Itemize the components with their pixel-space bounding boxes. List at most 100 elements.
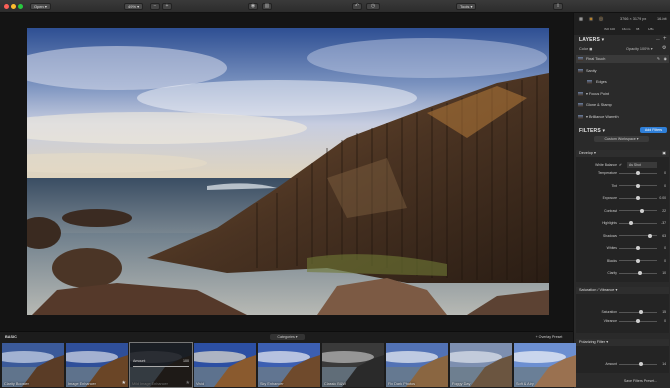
preset-card[interactable]: Foggy Day — [450, 343, 512, 387]
layer-color[interactable]: Color ◼ — [579, 46, 592, 51]
eye-preview-icon[interactable]: ◉ — [248, 3, 258, 10]
slider-row[interactable]: Shadows 63 — [576, 233, 669, 239]
slider-value[interactable]: 0 — [664, 258, 666, 264]
preset-card[interactable]: Sky Enhancer — [258, 343, 320, 387]
slider-knob[interactable] — [638, 310, 643, 314]
slider-knob[interactable] — [637, 271, 642, 275]
compare-icon[interactable]: ▥ — [262, 3, 272, 10]
preset-card[interactable]: Fix Dark Photos — [386, 343, 448, 387]
minimize-window-button[interactable] — [11, 4, 16, 9]
zoom-dropdown[interactable]: 49% ▾ — [124, 3, 144, 10]
slider-knob[interactable] — [638, 362, 643, 366]
remove-layer-icon[interactable]: — — [656, 37, 660, 41]
slider-value[interactable]: -37 — [661, 220, 666, 226]
save-filters-preset-button[interactable]: Save Filters Preset... — [614, 378, 667, 384]
layer-item[interactable]: Sanity — [576, 67, 669, 75]
close-window-button[interactable] — [4, 4, 9, 9]
filters-title[interactable]: FILTERS ▾ — [579, 128, 605, 134]
slider-knob[interactable] — [636, 183, 640, 188]
layer-item[interactable]: ▾ Focus Point — [576, 90, 669, 98]
slider-row[interactable]: Temperature 0 — [576, 170, 669, 176]
presets-icon[interactable]: ◈ — [588, 16, 594, 22]
slider-row[interactable]: Exposure 0.00 — [576, 195, 669, 201]
slider-knob[interactable] — [628, 221, 633, 225]
amount-slider[interactable] — [133, 366, 189, 367]
slider-row[interactable]: Highlights -37 — [576, 220, 669, 226]
layer-opacity[interactable]: Opacity 100% ▾ — [626, 46, 653, 51]
preset-card[interactable]: Classic B&W — [322, 343, 384, 387]
amount-value[interactable]: 100 — [183, 359, 189, 363]
export-icon[interactable]: ⇪ — [553, 3, 563, 10]
open-button[interactable]: Open ▾ — [30, 3, 51, 10]
slider-knob[interactable] — [636, 196, 640, 200]
gear-icon[interactable]: ⚙ — [662, 45, 666, 51]
preset-name: Fix Dark Photos — [388, 382, 416, 386]
slider-row[interactable]: Whites 0 — [576, 245, 669, 251]
favorite-star-icon[interactable]: ★ — [122, 380, 126, 386]
preset-card[interactable]: Soft & Airy — [514, 343, 576, 387]
image-canvas[interactable] — [0, 13, 573, 331]
slider-knob[interactable] — [636, 171, 640, 175]
white-balance-row[interactable]: White Balance ✐ As Shot — [576, 162, 669, 168]
preset-card[interactable]: Image Enhancer ★ — [66, 343, 128, 387]
slider-row[interactable]: Contrast 22 — [576, 208, 669, 214]
slider-row[interactable]: Vibrance 0 — [576, 318, 669, 324]
maximize-window-button[interactable] — [18, 4, 23, 9]
slider-knob[interactable] — [640, 208, 645, 213]
info-icon[interactable]: ⓘ — [598, 16, 604, 22]
preset-thumbnail — [258, 343, 320, 387]
slider-value[interactable]: 22 — [662, 208, 666, 214]
slider-value[interactable]: 14 — [662, 361, 666, 367]
workspace-dropdown[interactable]: Custom Workspace ▾ — [594, 136, 649, 142]
slider-track[interactable] — [619, 222, 657, 224]
preset-card[interactable]: Clarity Booster — [2, 343, 64, 387]
slider-value[interactable]: 63 — [662, 233, 666, 239]
preset-thumbnail — [194, 343, 256, 387]
slider-value[interactable]: 0 — [664, 318, 666, 324]
slider-value[interactable]: 0 — [664, 170, 666, 176]
slider-knob[interactable] — [647, 233, 652, 238]
lock-icon[interactable]: ▣ — [662, 150, 666, 157]
zoom-in-icon[interactable]: + — [162, 3, 172, 10]
slider-knob[interactable] — [636, 246, 640, 250]
slider-knob[interactable] — [636, 258, 640, 263]
slider-value[interactable]: 0 — [664, 183, 666, 189]
brush-icon[interactable]: ✎ — [657, 55, 660, 63]
add-layer-icon[interactable]: + — [663, 36, 667, 42]
undo-icon[interactable]: ↶ — [352, 3, 362, 10]
slider-track[interactable] — [619, 210, 657, 211]
eyedropper-icon[interactable]: ✐ — [619, 162, 622, 168]
slider-row[interactable]: Tint 0 — [576, 183, 669, 189]
layer-item[interactable]: ▾ Brilliance Warmth — [576, 113, 669, 121]
eye-icon[interactable]: ◉ — [664, 55, 667, 63]
layer-item[interactable]: Glone & Stamp — [576, 101, 669, 109]
white-balance-label: White Balance — [595, 163, 617, 167]
layer-item[interactable]: Final Touch ✎ ◉ — [576, 55, 669, 63]
slider-value[interactable]: 15 — [662, 309, 666, 315]
history-icon[interactable]: ◷ — [366, 3, 380, 10]
slider-value[interactable]: 0.00 — [659, 195, 666, 201]
slider-value[interactable]: 0 — [664, 245, 666, 251]
overlay-preset-button[interactable]: + Overlay Preset — [530, 334, 568, 340]
slider-knob[interactable] — [636, 319, 640, 323]
add-filters-button[interactable]: Add Filters — [640, 127, 667, 133]
preset-card[interactable]: Mild Image Enhancer★Amount100 — [129, 342, 193, 388]
layers-title[interactable]: LAYERS ▾ — [579, 37, 604, 43]
white-balance-select[interactable]: As Shot — [627, 162, 657, 168]
tools-dropdown[interactable]: Tools ▾ — [456, 3, 477, 10]
preset-card[interactable]: Vivid — [194, 343, 256, 387]
slider-label: Exposure — [602, 196, 617, 200]
polarizing-header[interactable]: Polarizing Filter ▾ — [576, 339, 669, 346]
slider-label: Highlights — [602, 221, 617, 225]
slider-row[interactable]: Amount 14 — [576, 361, 669, 367]
histogram-icon[interactable]: ▦ — [578, 16, 584, 22]
categories-dropdown[interactable]: Categories ▾ — [270, 334, 305, 340]
layer-item[interactable]: Edges — [576, 78, 669, 86]
develop-header[interactable]: Develop ▾ ▣ — [576, 150, 669, 157]
zoom-out-icon[interactable]: − — [150, 3, 160, 10]
slider-row[interactable]: Saturation 15 — [576, 309, 669, 315]
saturation-header[interactable]: Saturation / Vibrance ▾ — [576, 287, 669, 294]
slider-value[interactable]: 10 — [662, 270, 666, 276]
slider-row[interactable]: Blacks 0 — [576, 258, 669, 264]
slider-row[interactable]: Clarity 10 — [576, 270, 669, 276]
